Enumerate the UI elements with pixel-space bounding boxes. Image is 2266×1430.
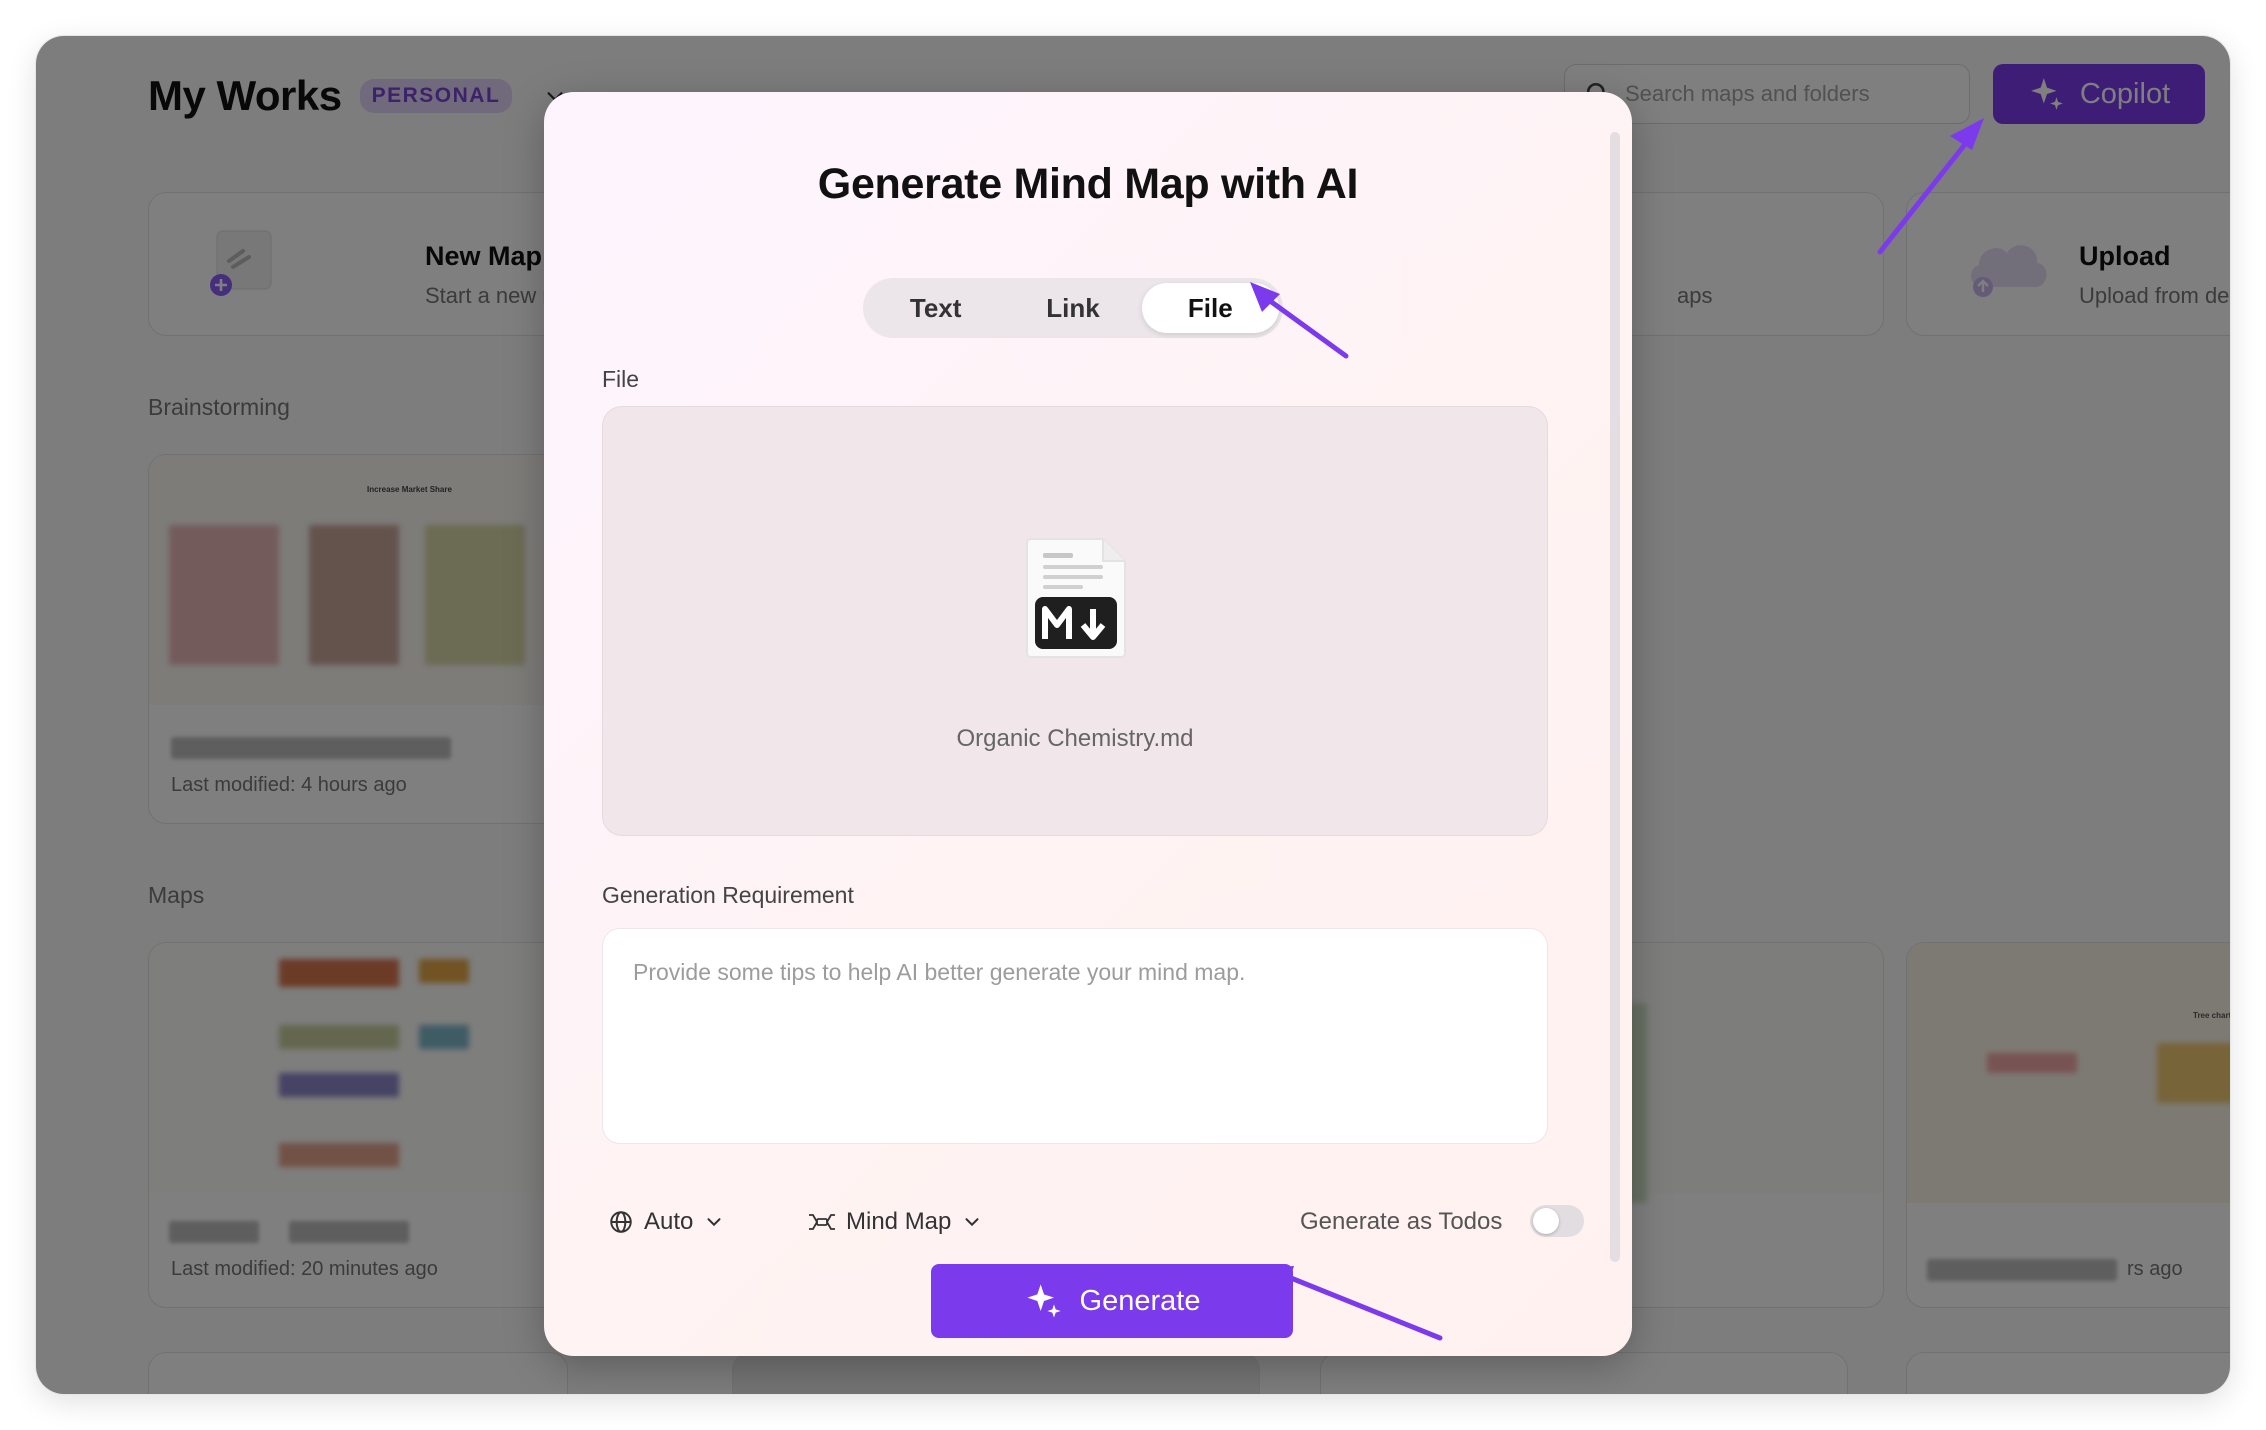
requirement-textarea[interactable]: Provide some tips to help AI better gene… — [602, 928, 1548, 1144]
generate-label: Generate — [1079, 1284, 1201, 1317]
modal-scrollbar[interactable] — [1610, 132, 1620, 1262]
mindmap-icon — [809, 1214, 835, 1230]
sparkle-icon — [1026, 1284, 1061, 1318]
tab-file[interactable]: File — [1141, 283, 1279, 333]
file-label: File — [602, 366, 640, 392]
markdown-file-icon — [1026, 538, 1126, 658]
modal-title: Generate Mind Map with AI — [817, 160, 1359, 208]
todos-label: Generate as Todos — [1300, 1208, 1503, 1235]
toggle-knob — [1533, 1208, 1559, 1234]
tab-link[interactable]: Link — [1004, 283, 1141, 333]
chevron-down-icon — [707, 1218, 721, 1227]
tab-text[interactable]: Text — [867, 283, 1004, 333]
app-window: My Works PERSONAL Search maps and folder… — [36, 36, 2230, 1394]
layout-select[interactable]: Mind Map — [808, 1208, 983, 1236]
requirement-label: Generation Requirement — [602, 882, 854, 908]
language-value: Auto — [644, 1208, 694, 1235]
layout-value: Mind Map — [846, 1208, 952, 1235]
requirement-placeholder: Provide some tips to help AI better gene… — [633, 959, 1246, 985]
language-select[interactable]: Auto — [608, 1208, 725, 1236]
source-tabs: Text Link File — [863, 278, 1283, 338]
chevron-down-icon — [965, 1218, 979, 1227]
globe-icon — [610, 1211, 632, 1233]
uploaded-file-name: Organic Chemistry.md — [956, 725, 1194, 752]
todos-toggle[interactable] — [1530, 1205, 1584, 1237]
generate-button[interactable]: Generate — [931, 1264, 1293, 1338]
file-dropzone[interactable]: Organic Chemistry.md — [602, 406, 1548, 836]
generate-ai-modal: Generate Mind Map with AI Text Link File… — [544, 92, 1632, 1356]
